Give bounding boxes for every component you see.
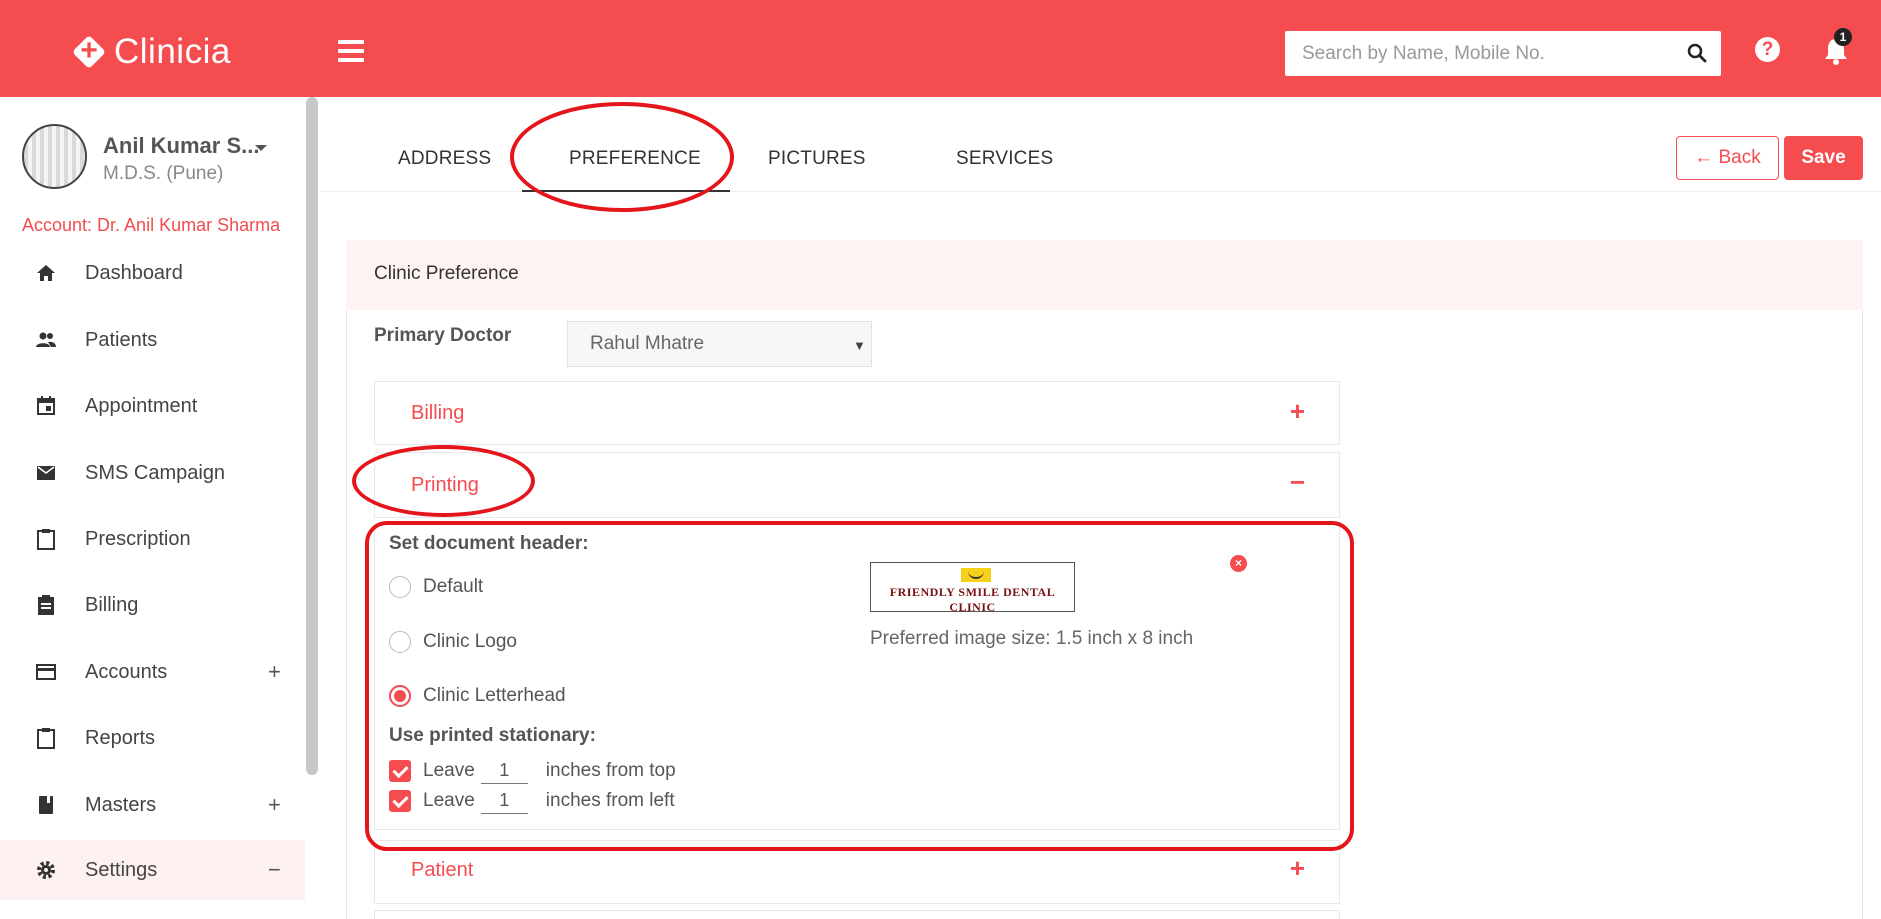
letterhead-text: FRIENDLY SMILE DENTAL CLINIC — [889, 585, 1056, 614]
panel-title: Clinic Preference — [374, 263, 519, 284]
leave-left-input[interactable] — [480, 788, 528, 814]
sidebar-item-billing[interactable]: Billing — [0, 575, 305, 635]
sidebar-item-accounts[interactable]: Accounts + — [0, 642, 305, 702]
help-icon[interactable]: ? — [1755, 37, 1780, 62]
smile-logo-icon — [961, 568, 991, 582]
notification-badge: 1 — [1834, 28, 1852, 46]
app-logo[interactable]: Clinicia — [72, 31, 231, 72]
expand-icon[interactable]: + — [1290, 853, 1305, 884]
sidebar-scrollbar[interactable] — [306, 97, 318, 775]
radio-button[interactable] — [389, 631, 411, 653]
panel-header — [346, 240, 1863, 310]
billing-section-header[interactable]: Billing + — [374, 381, 1340, 445]
printing-section-body — [374, 524, 1340, 830]
patient-section-title: Patient — [411, 859, 474, 881]
expand-icon[interactable]: + — [1290, 396, 1305, 427]
search-icon[interactable] — [1687, 43, 1707, 63]
chevron-down-icon[interactable] — [255, 145, 267, 151]
printing-section-title: Printing — [411, 474, 479, 496]
tab-pictures[interactable]: PICTURES — [768, 148, 866, 170]
printing-section-header[interactable]: Printing − — [374, 452, 1340, 518]
clipboard-icon — [37, 529, 55, 550]
patient-section-header[interactable]: Patient + — [374, 840, 1340, 904]
sidebar-item-reports[interactable]: Reports — [0, 708, 305, 768]
people-icon — [36, 332, 56, 347]
radio-button-checked[interactable] — [389, 685, 411, 707]
primary-doctor-select[interactable]: Rahul Mhatre — [567, 321, 872, 367]
profile-degree: M.D.S. (Pune) — [103, 163, 224, 184]
tab-services[interactable]: SERVICES — [956, 148, 1053, 170]
radio-button[interactable] — [389, 576, 411, 598]
radio-default[interactable]: Default — [389, 576, 483, 598]
profile-name[interactable]: Anil Kumar S... — [103, 133, 259, 159]
printed-stationary-label: Use printed stationary: — [389, 725, 596, 746]
book-icon — [39, 796, 53, 814]
leave-top-input[interactable] — [480, 758, 528, 784]
home-icon — [37, 265, 55, 281]
letterhead-image[interactable]: FRIENDLY SMILE DENTAL CLINIC — [870, 562, 1075, 614]
sidebar-item-prescription[interactable]: Prescription — [0, 509, 305, 569]
close-icon[interactable]: × — [1230, 555, 1247, 572]
calendar-icon — [37, 396, 55, 415]
leave-top-row: Leave inches from top — [389, 758, 676, 784]
sidebar-item-dashboard[interactable]: Dashboard — [0, 243, 305, 303]
tab-address[interactable]: ADDRESS — [398, 148, 491, 170]
sidebar-item-settings[interactable]: Settings − — [0, 840, 305, 900]
preferred-size-hint: Preferred image size: 1.5 inch x 8 inch — [870, 628, 1194, 649]
account-label: Account: Dr. Anil Kumar Sharma — [22, 215, 281, 235]
radio-clinic-letterhead[interactable]: Clinic Letterhead — [389, 685, 566, 707]
sidebar-item-masters[interactable]: Masters + — [0, 775, 305, 835]
tab-preference[interactable]: PREFERENCE — [569, 148, 701, 170]
logo-mark-icon — [72, 31, 106, 71]
radio-clinic-logo[interactable]: Clinic Logo — [389, 631, 517, 653]
hamburger-menu-icon[interactable] — [338, 40, 364, 62]
search-input[interactable] — [1285, 31, 1665, 76]
expand-icon[interactable]: + — [268, 659, 281, 685]
expand-icon[interactable]: + — [268, 792, 281, 818]
sidebar-item-sms-campaign[interactable]: SMS Campaign — [0, 443, 305, 503]
leave-left-row: Leave inches from left — [389, 788, 675, 814]
sidebar-item-appointment[interactable]: Appointment — [0, 376, 305, 436]
sidebar-item-patients[interactable]: Patients — [0, 310, 305, 370]
mail-icon — [37, 466, 55, 480]
next-section-header[interactable] — [374, 910, 1340, 919]
app-name: Clinicia — [114, 32, 231, 71]
primary-doctor-label: Primary Doctor — [374, 325, 512, 346]
collapse-icon[interactable]: − — [268, 857, 281, 883]
collapse-icon[interactable]: − — [1290, 467, 1305, 498]
dropdown-caret-icon[interactable]: ▼ — [853, 338, 866, 353]
tab-bar — [320, 124, 1881, 192]
billing-section-title: Billing — [411, 402, 465, 424]
search-box — [1285, 31, 1721, 76]
back-button[interactable]: ← Back — [1676, 136, 1779, 180]
card-icon — [36, 664, 56, 680]
clipboard-icon — [37, 728, 55, 749]
document-header-label: Set document header: — [389, 533, 589, 554]
gear-icon — [37, 861, 55, 879]
leave-top-checkbox[interactable] — [389, 760, 411, 782]
avatar[interactable] — [22, 124, 87, 189]
save-button[interactable]: Save — [1784, 136, 1863, 180]
receipt-icon — [38, 595, 54, 615]
leave-left-checkbox[interactable] — [389, 790, 411, 812]
